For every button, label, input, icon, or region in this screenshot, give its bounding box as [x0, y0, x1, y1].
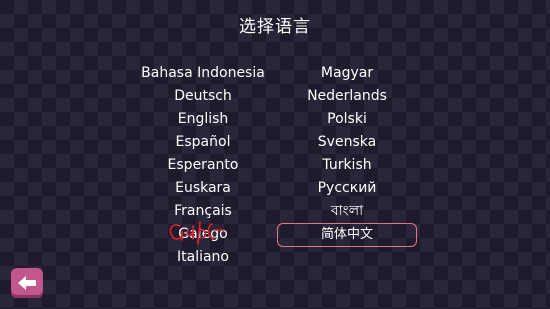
- language-option-bahasa-indonesia[interactable]: Bahasa Indonesia: [141, 62, 265, 85]
- language-option-simplified-chinese[interactable]: 简体中文: [277, 223, 417, 247]
- language-option-polski[interactable]: Polski: [327, 108, 367, 131]
- language-option-deutsch[interactable]: Deutsch: [174, 85, 232, 108]
- language-option-galego[interactable]: Galego: [178, 223, 227, 246]
- language-option-euskara[interactable]: Euskara: [175, 177, 231, 200]
- language-option-magyar[interactable]: Magyar: [321, 62, 373, 85]
- language-option-svenska[interactable]: Svenska: [318, 131, 376, 154]
- language-option-esperanto[interactable]: Esperanto: [168, 154, 239, 177]
- language-option-espanol[interactable]: Español: [176, 131, 231, 154]
- language-option-russian[interactable]: Русский: [318, 177, 377, 200]
- language-option-italiano[interactable]: Italiano: [177, 246, 229, 269]
- language-option-nederlands[interactable]: Nederlands: [307, 85, 387, 108]
- language-option-english[interactable]: English: [178, 108, 229, 131]
- language-option-francais[interactable]: Français: [174, 200, 232, 223]
- arrow-left-icon: [18, 276, 36, 290]
- language-option-bangla[interactable]: বাংলা: [331, 200, 363, 223]
- page-title: 选择语言: [239, 17, 311, 37]
- language-list-right: Magyar Nederlands Polski Svenska Turkish…: [272, 62, 422, 247]
- language-option-turkish[interactable]: Turkish: [322, 154, 371, 177]
- back-button[interactable]: [11, 268, 43, 298]
- language-list-left: Bahasa Indonesia Deutsch English Español…: [128, 62, 278, 269]
